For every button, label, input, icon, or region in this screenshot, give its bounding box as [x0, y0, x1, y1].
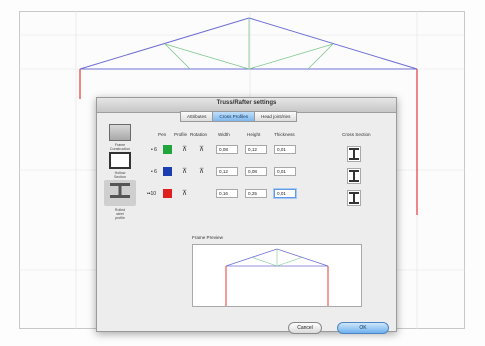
pen-color-swatch[interactable]: [163, 145, 172, 154]
width-field[interactable]: 0,16: [216, 189, 238, 198]
tab-cross-profiles[interactable]: Cross Profiles: [212, 111, 255, 122]
cancel-button[interactable]: Cancel: [288, 322, 322, 334]
tab-bar: Attributes Cross Profiles Head joint/rie…: [180, 111, 298, 122]
truss-rafter-settings-dialog: Truss/Rafter settings Attributes Cross P…: [96, 97, 397, 334]
frame-preview-drawing: [225, 248, 329, 306]
dialog-title: Truss/Rafter settings: [216, 100, 277, 106]
profile-icon[interactable]: ⊼: [179, 166, 190, 177]
rotation-icon[interactable]: ⊼: [196, 166, 207, 177]
rotation-icon[interactable]: ⊼: [196, 144, 207, 155]
pen-number: ••10: [147, 191, 157, 197]
rolled-steel-profile-label: Rolled steel profile: [114, 208, 126, 221]
i-beam-icon: [349, 148, 359, 160]
truss-rafters: [79, 17, 418, 70]
height-field[interactable]: 0,25: [245, 189, 267, 198]
pen-number: • 6: [151, 169, 157, 175]
frame-preview-label: Frame Preview: [192, 235, 223, 240]
i-beam-icon: [349, 170, 359, 182]
frame-preview: [192, 244, 362, 307]
pen-color-swatch[interactable]: [163, 167, 172, 176]
profile-icon[interactable]: ⊼: [179, 188, 190, 199]
cross-section-button[interactable]: [347, 190, 361, 206]
cad-window: Truss/Rafter settings Attributes Cross P…: [0, 0, 485, 346]
profile-row: • 6 ⊼ ⊼ 0,08 0,12 0,01: [97, 142, 396, 162]
tab-head-joints[interactable]: Head joint/ries: [254, 111, 298, 122]
thickness-field[interactable]: 0,01: [274, 189, 296, 198]
profile-row: • 6 ⊼ ⊼ 0,12 0,08 0,01: [97, 164, 396, 184]
width-field[interactable]: 0,08: [216, 145, 238, 154]
pen-number: • 6: [151, 147, 157, 153]
column-header-thickness: Thickness: [274, 132, 295, 137]
height-field[interactable]: 0,12: [245, 145, 267, 154]
thickness-field[interactable]: 0,01: [274, 167, 296, 176]
column-header-height: Height: [247, 132, 261, 137]
cross-section-button[interactable]: [347, 168, 361, 184]
pen-color-swatch[interactable]: [163, 189, 172, 198]
width-field[interactable]: 0,12: [216, 167, 238, 176]
column-header-width: Width: [218, 132, 230, 137]
i-beam-icon: [349, 192, 359, 204]
tab-attributes[interactable]: Attributes: [180, 111, 214, 122]
profile-row: ••10 ⊼ 0,16 0,25 0,01: [97, 186, 396, 206]
frame-construction-icon: [109, 124, 131, 141]
thickness-field[interactable]: 0,01: [274, 145, 296, 154]
height-field[interactable]: 0,08: [245, 167, 267, 176]
column-header-cross-section: Cross Section: [342, 132, 371, 137]
column-header-rotation: Rotation: [190, 132, 208, 137]
column-header-profile: Profile: [174, 132, 188, 137]
ok-button[interactable]: OK: [337, 322, 389, 334]
profile-icon[interactable]: ⊼: [179, 144, 190, 155]
cross-section-button[interactable]: [347, 146, 361, 162]
column-header-pen: Pen: [158, 132, 167, 137]
